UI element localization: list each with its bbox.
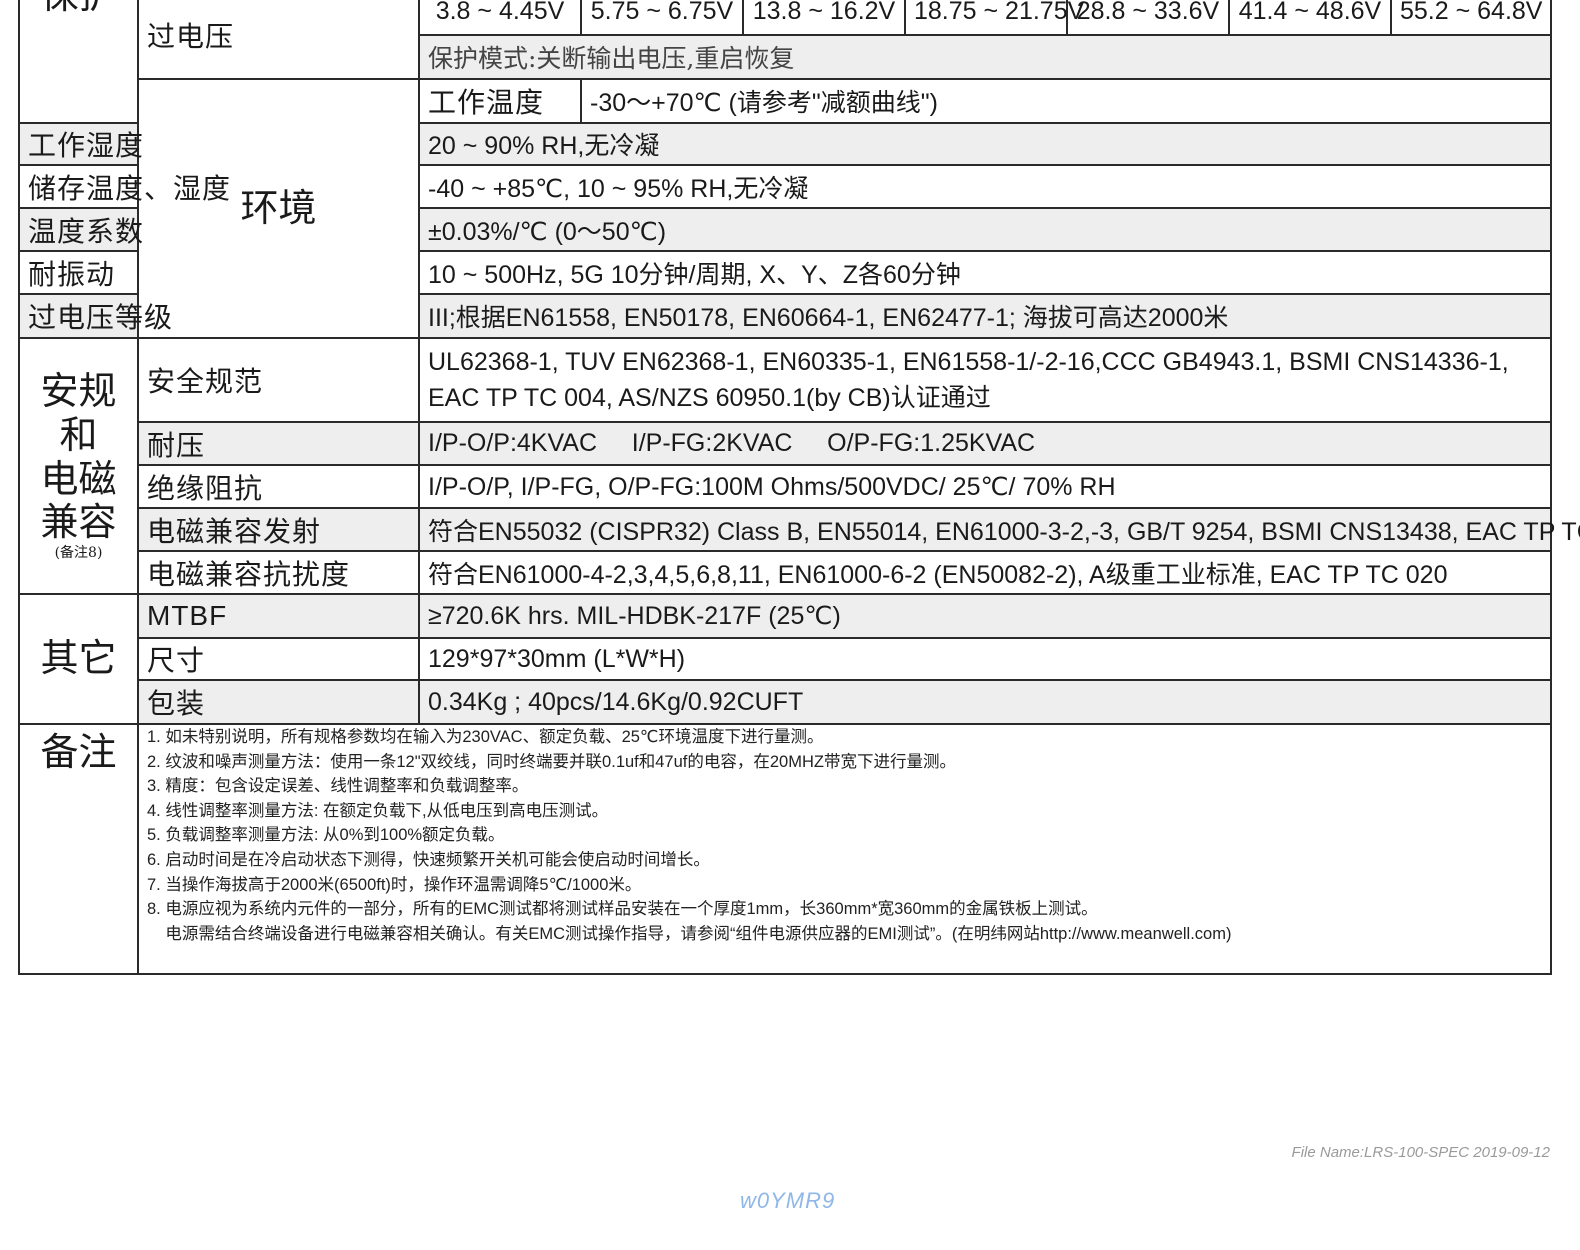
safety-label-3: 绝缘阻抗 <box>137 464 420 509</box>
section-safety-line-2: 和 <box>59 412 98 457</box>
section-safety-emc: 安规 和 电磁 兼容 (备注8) <box>18 337 139 595</box>
env-value-4: ±0.03%/℃ (0～50℃) <box>418 207 1552 252</box>
note-item-6: 6. 启动时间是在冷启动状态下测得，快速频繁开关机可能会使启动时间增长。 <box>147 850 710 869</box>
note-item-4: 4. 线性调整率测量方法: 在额定负载下,从低电压到高电压测试。 <box>147 801 609 820</box>
section-notes: 备注 <box>18 723 139 975</box>
ovp-range-5: 28.8 ~ 33.6V <box>1066 0 1230 36</box>
section-safety-note: (备注8) <box>54 544 103 561</box>
note-item-2: 2. 纹波和噪声测量方法：使用一条12"双绞线，同时终端要并联0.1uf和47u… <box>147 752 956 771</box>
overvoltage-range-row: 保护 3.8 ~ 4.45V 5.75 ~ 6.75V 13.8 ~ 16.2V… <box>18 0 1552 124</box>
env-label-2: 工作湿度 <box>18 122 143 166</box>
env-label-4: 温度系数 <box>18 207 143 252</box>
safety-label-2: 耐压 <box>137 421 420 466</box>
spec-table: 保护 3.8 ~ 4.45V 5.75 ~ 6.75V 13.8 ~ 16.2V… <box>18 0 1580 975</box>
section-others: 其它 <box>18 593 139 725</box>
section-environment: 环境 <box>137 78 420 339</box>
env-value-6: III;根据EN61558, EN50178, EN60664-1, EN624… <box>418 293 1552 339</box>
section-protection-title: 保护 <box>40 0 116 17</box>
safety-value-2: I/P-O/P:4KVAC I/P-FG:2KVAC O/P-FG:1.25KV… <box>418 421 1552 466</box>
safety-label-5: 电磁兼容抗扰度 <box>137 550 420 595</box>
env-label-3: 储存温度、湿度 <box>18 164 230 209</box>
safety-value-1: UL62368-1, TUV EN62368-1, EN60335-1, EN6… <box>418 337 1552 423</box>
section-notes-title: 备注 <box>40 730 117 774</box>
safety-value-4: 符合EN55032 (CISPR32) Class B, EN55014, EN… <box>418 507 1580 552</box>
safety-value-3: I/P-O/P, I/P-FG, O/P-FG:100M Ohms/500VDC… <box>418 464 1552 509</box>
others-value-2: 129*97*30mm (L*W*H) <box>418 637 1552 681</box>
ovp-range-7: 55.2 ~ 64.8V <box>1390 0 1552 36</box>
overvoltage-mode: 保护模式:关断输出电压,重启恢复 <box>418 34 1552 80</box>
note-item-1: 1. 如未特别说明，所有规格参数均在输入为230VAC、额定负载、25℃环境温度… <box>147 728 824 746</box>
env-label-5: 耐振动 <box>18 250 139 295</box>
env-label-1: 工作温度 <box>418 78 582 124</box>
env-value-1: -30～+70℃ (请参考"减额曲线") <box>580 78 1552 124</box>
section-safety-line-4: 兼容 <box>40 500 117 545</box>
ovp-range-6: 41.4 ~ 48.6V <box>1228 0 1392 36</box>
ovp-range-3: 13.8 ~ 16.2V <box>742 0 906 36</box>
notes-content: 1. 如未特别说明，所有规格参数均在输入为230VAC、额定负载、25℃环境温度… <box>137 723 1552 975</box>
overvoltage-mode-row: 过电压 保护模式:关断输出电压,重启恢复 <box>19 20 1552 80</box>
note-item-5: 5. 负载调整率测量方法: 从0%到100%额定负载。 <box>147 826 505 845</box>
safety-label-4: 电磁兼容发射 <box>137 507 420 552</box>
others-row-2: 尺寸 129*97*30mm (L*W*H) <box>19 637 1552 681</box>
safety-row-5: 电磁兼容抗扰度 符合EN61000-4-2,3,4,5,6,8,11, EN61… <box>19 550 1552 595</box>
env-value-5: 10 ~ 500Hz, 5G 10分钟/周期, X、Y、Z各60分钟 <box>418 250 1552 295</box>
others-label-2: 尺寸 <box>137 637 420 681</box>
env-row-1: 环境 工作温度 -30～+70℃ (请参考"减额曲线") <box>19 78 1552 339</box>
section-safety-line-1: 安规 <box>40 369 117 414</box>
ovp-range-2: 5.75 ~ 6.75V <box>580 0 744 36</box>
others-value-3: 0.34Kg ; 40pcs/14.6Kg/0.92CUFT <box>418 679 1552 725</box>
safety-row-3: 绝缘阻抗 I/P-O/P, I/P-FG, O/P-FG:100M Ohms/5… <box>19 464 1552 509</box>
safety-row-2: 耐压 I/P-O/P:4KVAC I/P-FG:2KVAC O/P-FG:1.2… <box>19 421 1552 466</box>
safety-value-5: 符合EN61000-4-2,3,4,5,6,8,11, EN61000-6-2 … <box>418 550 1552 595</box>
safety-row-1: 安规 和 电磁 兼容 (备注8) 安全规范 UL62368-1, TUV EN6… <box>18 337 1552 595</box>
others-label-3: 包装 <box>137 679 420 725</box>
note-item-7: 7. 当操作海拔高于2000米(6500ft)时，操作环温需调降5℃/1000米… <box>147 875 642 894</box>
safety-row-4: 电磁兼容发射 符合EN55032 (CISPR32) Class B, EN55… <box>19 507 1580 552</box>
section-safety-line-3: 电磁 <box>40 456 117 501</box>
overvoltage-label-cell: 过电压 <box>137 20 420 80</box>
env-value-3: -40 ~ +85℃, 10 ~ 95% RH,无冷凝 <box>418 164 1552 209</box>
overvoltage-label: 过电压 <box>147 19 235 53</box>
others-row-1: 其它 MTBF ≥720.6K hrs. MIL-HDBK-217F (25℃) <box>18 593 1552 725</box>
note-item-3: 3. 精度：包含设定误差、线性调整率和负载调整率。 <box>147 777 529 796</box>
ovp-range-1: 3.8 ~ 4.45V <box>418 0 582 36</box>
others-row-3: 包装 0.34Kg ; 40pcs/14.6Kg/0.92CUFT <box>19 679 1552 725</box>
section-protection: 保护 <box>18 0 139 124</box>
note-item-8: 8. 电源应视为系统内元件的一部分，所有的EMC测试都将测试样品安装在一个厚度1… <box>147 900 1098 919</box>
footer-file-name: File Name:LRS-100-SPEC 2019-09-12 <box>1291 1144 1550 1161</box>
env-label-6: 过电压等级 <box>18 293 172 339</box>
notes-row: 备注 1. 如未特别说明，所有规格参数均在输入为230VAC、额定负载、25℃环… <box>18 723 1552 975</box>
env-value-2: 20 ~ 90% RH,无冷凝 <box>418 122 1552 166</box>
others-value-1: ≥720.6K hrs. MIL-HDBK-217F (25℃) <box>418 593 1552 639</box>
watermark: w0YMR9 <box>740 1188 836 1213</box>
note-item-8-cont: 电源需结合终端设备进行电磁兼容相关确认。有关EMC测试操作指导，请参阅“组件电源… <box>147 924 1232 943</box>
ovp-range-4: 18.75 ~ 21.75V <box>904 0 1084 36</box>
others-label-1: MTBF <box>137 593 420 639</box>
safety-label-1: 安全规范 <box>137 337 420 423</box>
